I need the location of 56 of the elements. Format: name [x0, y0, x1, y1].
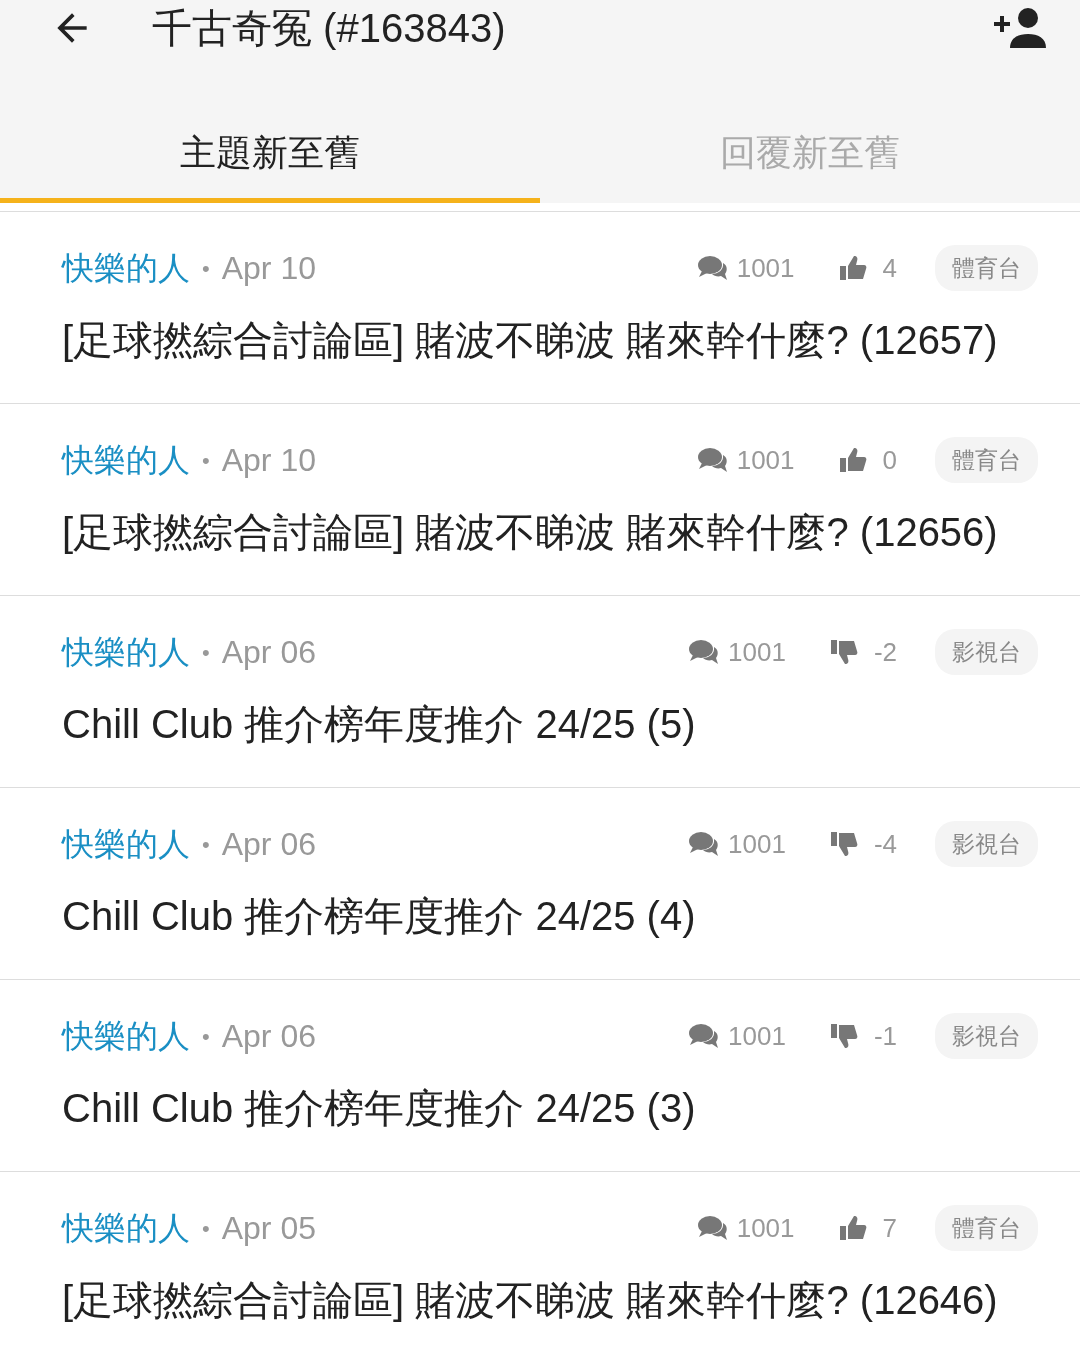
- post-date: Apr 06: [221, 633, 316, 672]
- author-link[interactable]: 快樂的人: [62, 1204, 190, 1252]
- category-tag: 體育台: [935, 244, 1038, 292]
- chat-bubbles-icon: [696, 446, 729, 474]
- category-tag: 影視台: [935, 628, 1038, 676]
- separator-dot: •: [202, 638, 210, 667]
- thread-title-link[interactable]: [足球撚綜合討論區] 賭波不睇波 賭來幹什麼? (12656): [62, 508, 1038, 556]
- thumbs-up-icon: [838, 447, 867, 473]
- author-link[interactable]: 快樂的人: [62, 436, 190, 484]
- chat-bubbles-icon: [688, 830, 721, 858]
- category-tag: 體育台: [935, 436, 1038, 484]
- reply-count: 1001: [736, 443, 795, 477]
- separator-dot: •: [202, 830, 210, 859]
- thumbs-up-icon: [838, 255, 867, 281]
- vote-score: -2: [873, 635, 897, 669]
- post-date: Apr 10: [221, 441, 316, 480]
- author-link[interactable]: 快樂的人: [62, 628, 190, 676]
- post-date: Apr 06: [221, 825, 316, 864]
- reply-count: 1001: [728, 635, 786, 669]
- vote-score: 4: [882, 251, 897, 285]
- vote-score: -4: [873, 827, 897, 861]
- thread-title-link[interactable]: Chill Club 推介榜年度推介 24/25 (4): [62, 892, 1038, 940]
- category-tag: 影視台: [935, 820, 1038, 868]
- category-tag: 體育台: [935, 1204, 1038, 1252]
- separator-dot: •: [202, 446, 210, 475]
- chat-bubbles-icon: [688, 638, 721, 666]
- reply-count: 1001: [728, 827, 786, 861]
- thread-title-link[interactable]: [足球撚綜合討論區] 賭波不睇波 賭來幹什麼? (12657): [62, 316, 1038, 364]
- reply-count: 1001: [736, 251, 795, 285]
- author-link[interactable]: 快樂的人: [62, 244, 190, 292]
- thumbs-up-icon: [838, 1215, 867, 1241]
- vote-score: -1: [873, 1019, 897, 1053]
- thread-title-link[interactable]: [足球撚綜合討論區] 賭波不睇波 賭來幹什麼? (12646): [62, 1276, 1038, 1324]
- reply-count: 1001: [728, 1019, 786, 1053]
- author-link[interactable]: 快樂的人: [62, 1012, 190, 1060]
- reply-count: 1001: [736, 1211, 795, 1245]
- thumbs-down-icon: [829, 1023, 858, 1049]
- separator-dot: •: [202, 1214, 210, 1243]
- thread-title-link[interactable]: Chill Club 推介榜年度推介 24/25 (3): [62, 1084, 1038, 1132]
- post-date: Apr 05: [221, 1209, 316, 1248]
- thread-title: 千古奇冤 (#163843): [152, 8, 506, 48]
- thread-title-link[interactable]: Chill Club 推介榜年度推介 24/25 (5): [62, 700, 1038, 748]
- thumbs-down-icon: [829, 639, 858, 665]
- category-tag: 影視台: [935, 1012, 1038, 1060]
- thumbs-down-icon: [829, 831, 858, 857]
- chat-bubbles-icon: [688, 1022, 721, 1050]
- post-date: Apr 10: [221, 249, 316, 288]
- sort-tab[interactable]: 主題新至舊: [0, 107, 540, 203]
- post-date: Apr 06: [221, 1017, 316, 1056]
- separator-dot: •: [202, 1022, 210, 1051]
- separator-dot: •: [202, 254, 210, 283]
- chat-bubbles-icon: [696, 1214, 729, 1242]
- author-link[interactable]: 快樂的人: [62, 820, 190, 868]
- vote-score: 0: [882, 443, 897, 477]
- chat-bubbles-icon: [696, 254, 729, 282]
- vote-score: 7: [882, 1211, 897, 1245]
